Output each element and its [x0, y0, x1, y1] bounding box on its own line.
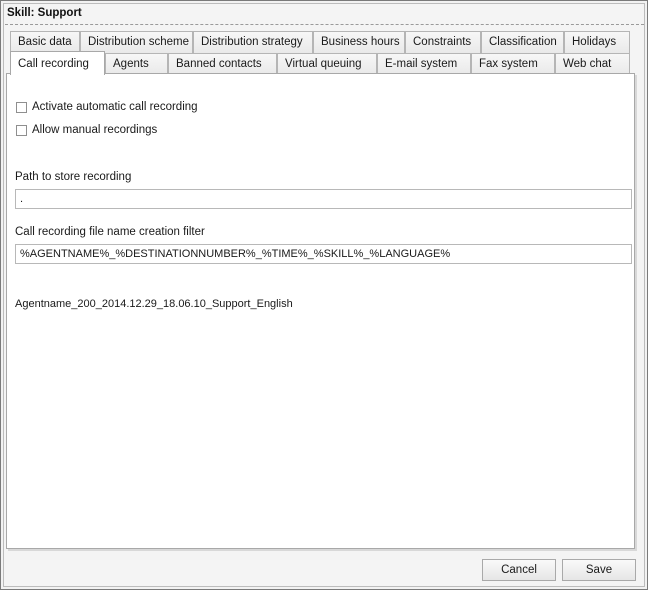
tab-holidays[interactable]: Holidays — [564, 31, 630, 53]
title-divider — [5, 24, 644, 25]
activate-automatic-label: Activate automatic call recording — [32, 101, 198, 113]
tab-agents[interactable]: Agents — [105, 53, 168, 75]
tab-distribution-strategy[interactable]: Distribution strategy — [193, 31, 313, 53]
filter-label: Call recording file name creation filter — [15, 226, 205, 238]
allow-manual-checkbox[interactable] — [16, 124, 27, 136]
tab-banned-contacts[interactable]: Banned contacts — [168, 53, 277, 75]
filename-preview: Agentname_200_2014.12.29_18.06.10_Suppor… — [15, 298, 293, 310]
activate-automatic-checkbox[interactable] — [16, 101, 27, 113]
save-button[interactable]: Save — [562, 559, 636, 581]
tab-basic-data[interactable]: Basic data — [10, 31, 80, 53]
tab-distribution-scheme[interactable]: Distribution scheme — [80, 31, 193, 53]
skill-dialog-window: Skill: Support Basic data Distribution s… — [0, 0, 648, 590]
dialog-title: Skill: Support — [7, 7, 82, 19]
tab-constraints[interactable]: Constraints — [405, 31, 481, 53]
filter-field[interactable]: %AGENTNAME%_%DESTINATIONNUMBER%_%TIME%_%… — [15, 244, 632, 264]
activate-automatic-row[interactable]: Activate automatic call recording — [16, 100, 198, 114]
path-field[interactable]: . — [15, 189, 632, 209]
tab-web-chat[interactable]: Web chat — [555, 53, 630, 75]
allow-manual-row[interactable]: Allow manual recordings — [16, 123, 157, 137]
tab-classification[interactable]: Classification — [481, 31, 564, 53]
cancel-button[interactable]: Cancel — [482, 559, 556, 581]
tab-business-hours[interactable]: Business hours — [313, 31, 405, 53]
tab-fax-system[interactable]: Fax system — [471, 53, 555, 75]
path-label: Path to store recording — [15, 171, 132, 183]
tab-email-system[interactable]: E-mail system — [377, 53, 471, 75]
allow-manual-label: Allow manual recordings — [32, 124, 158, 136]
tab-call-recording[interactable]: Call recording — [10, 51, 105, 75]
tab-virtual-queuing[interactable]: Virtual queuing — [277, 53, 377, 75]
call-recording-panel: Activate automatic call recording Allow … — [6, 73, 635, 549]
